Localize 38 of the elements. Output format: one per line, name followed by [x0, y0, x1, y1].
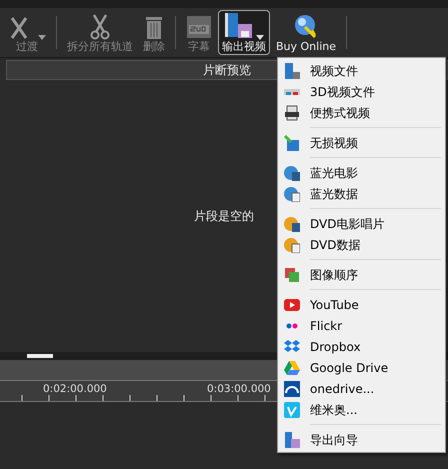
time-label: 0:03:00.000: [207, 382, 271, 397]
cloud-icon: [284, 380, 300, 396]
disc-icon: [284, 216, 300, 232]
menu-item[interactable]: 便携式视频: [280, 102, 443, 123]
menu-item[interactable]: DVD电影唱片: [280, 213, 443, 234]
globe-key-icon: [293, 14, 319, 40]
toolbar-button[interactable]: 输出视频: [218, 10, 270, 55]
menu-item[interactable]: 无损视频: [280, 132, 443, 153]
menu-item[interactable]: Flickr: [280, 315, 443, 336]
menu-item[interactable]: 蓝光电影: [280, 162, 443, 183]
image-stack-icon: [284, 266, 300, 282]
disk-icon: [284, 134, 300, 150]
play-icon: [284, 296, 300, 312]
menu-item[interactable]: 维米奥...: [280, 399, 443, 420]
menu-item[interactable]: Google Drive: [280, 357, 443, 378]
scroll-thumb[interactable]: [26, 354, 53, 358]
triangle-icon: [284, 360, 300, 376]
menu-item[interactable]: 图像顺序: [280, 264, 443, 285]
disc-icon: [284, 164, 300, 180]
menu-item[interactable]: DVD数据: [280, 234, 443, 255]
printer-icon: [284, 104, 300, 120]
toolbar-button[interactable]: Buy Online: [272, 10, 340, 55]
menu-item[interactable]: Dropbox: [280, 336, 443, 357]
subtitle-icon: [186, 14, 212, 40]
disc-icon: [284, 186, 300, 202]
time-label: 0:02:00.000: [43, 382, 107, 397]
v-icon: [284, 402, 300, 418]
menu-item[interactable]: onedrive...: [280, 378, 443, 399]
menu-item[interactable]: 视频文件: [280, 60, 443, 81]
disc-icon: [284, 236, 300, 252]
menu-item[interactable]: 蓝光数据: [280, 183, 443, 204]
film-icon: [284, 62, 300, 78]
menu-item[interactable]: 导出向导: [280, 429, 443, 450]
menu-item[interactable]: 3D视频文件: [280, 81, 443, 102]
empty-message: 片段是空的: [194, 208, 254, 225]
scissors-icon: [89, 14, 111, 40]
menu-item[interactable]: YouTube: [280, 294, 443, 315]
film-disk-icon: [284, 432, 300, 448]
